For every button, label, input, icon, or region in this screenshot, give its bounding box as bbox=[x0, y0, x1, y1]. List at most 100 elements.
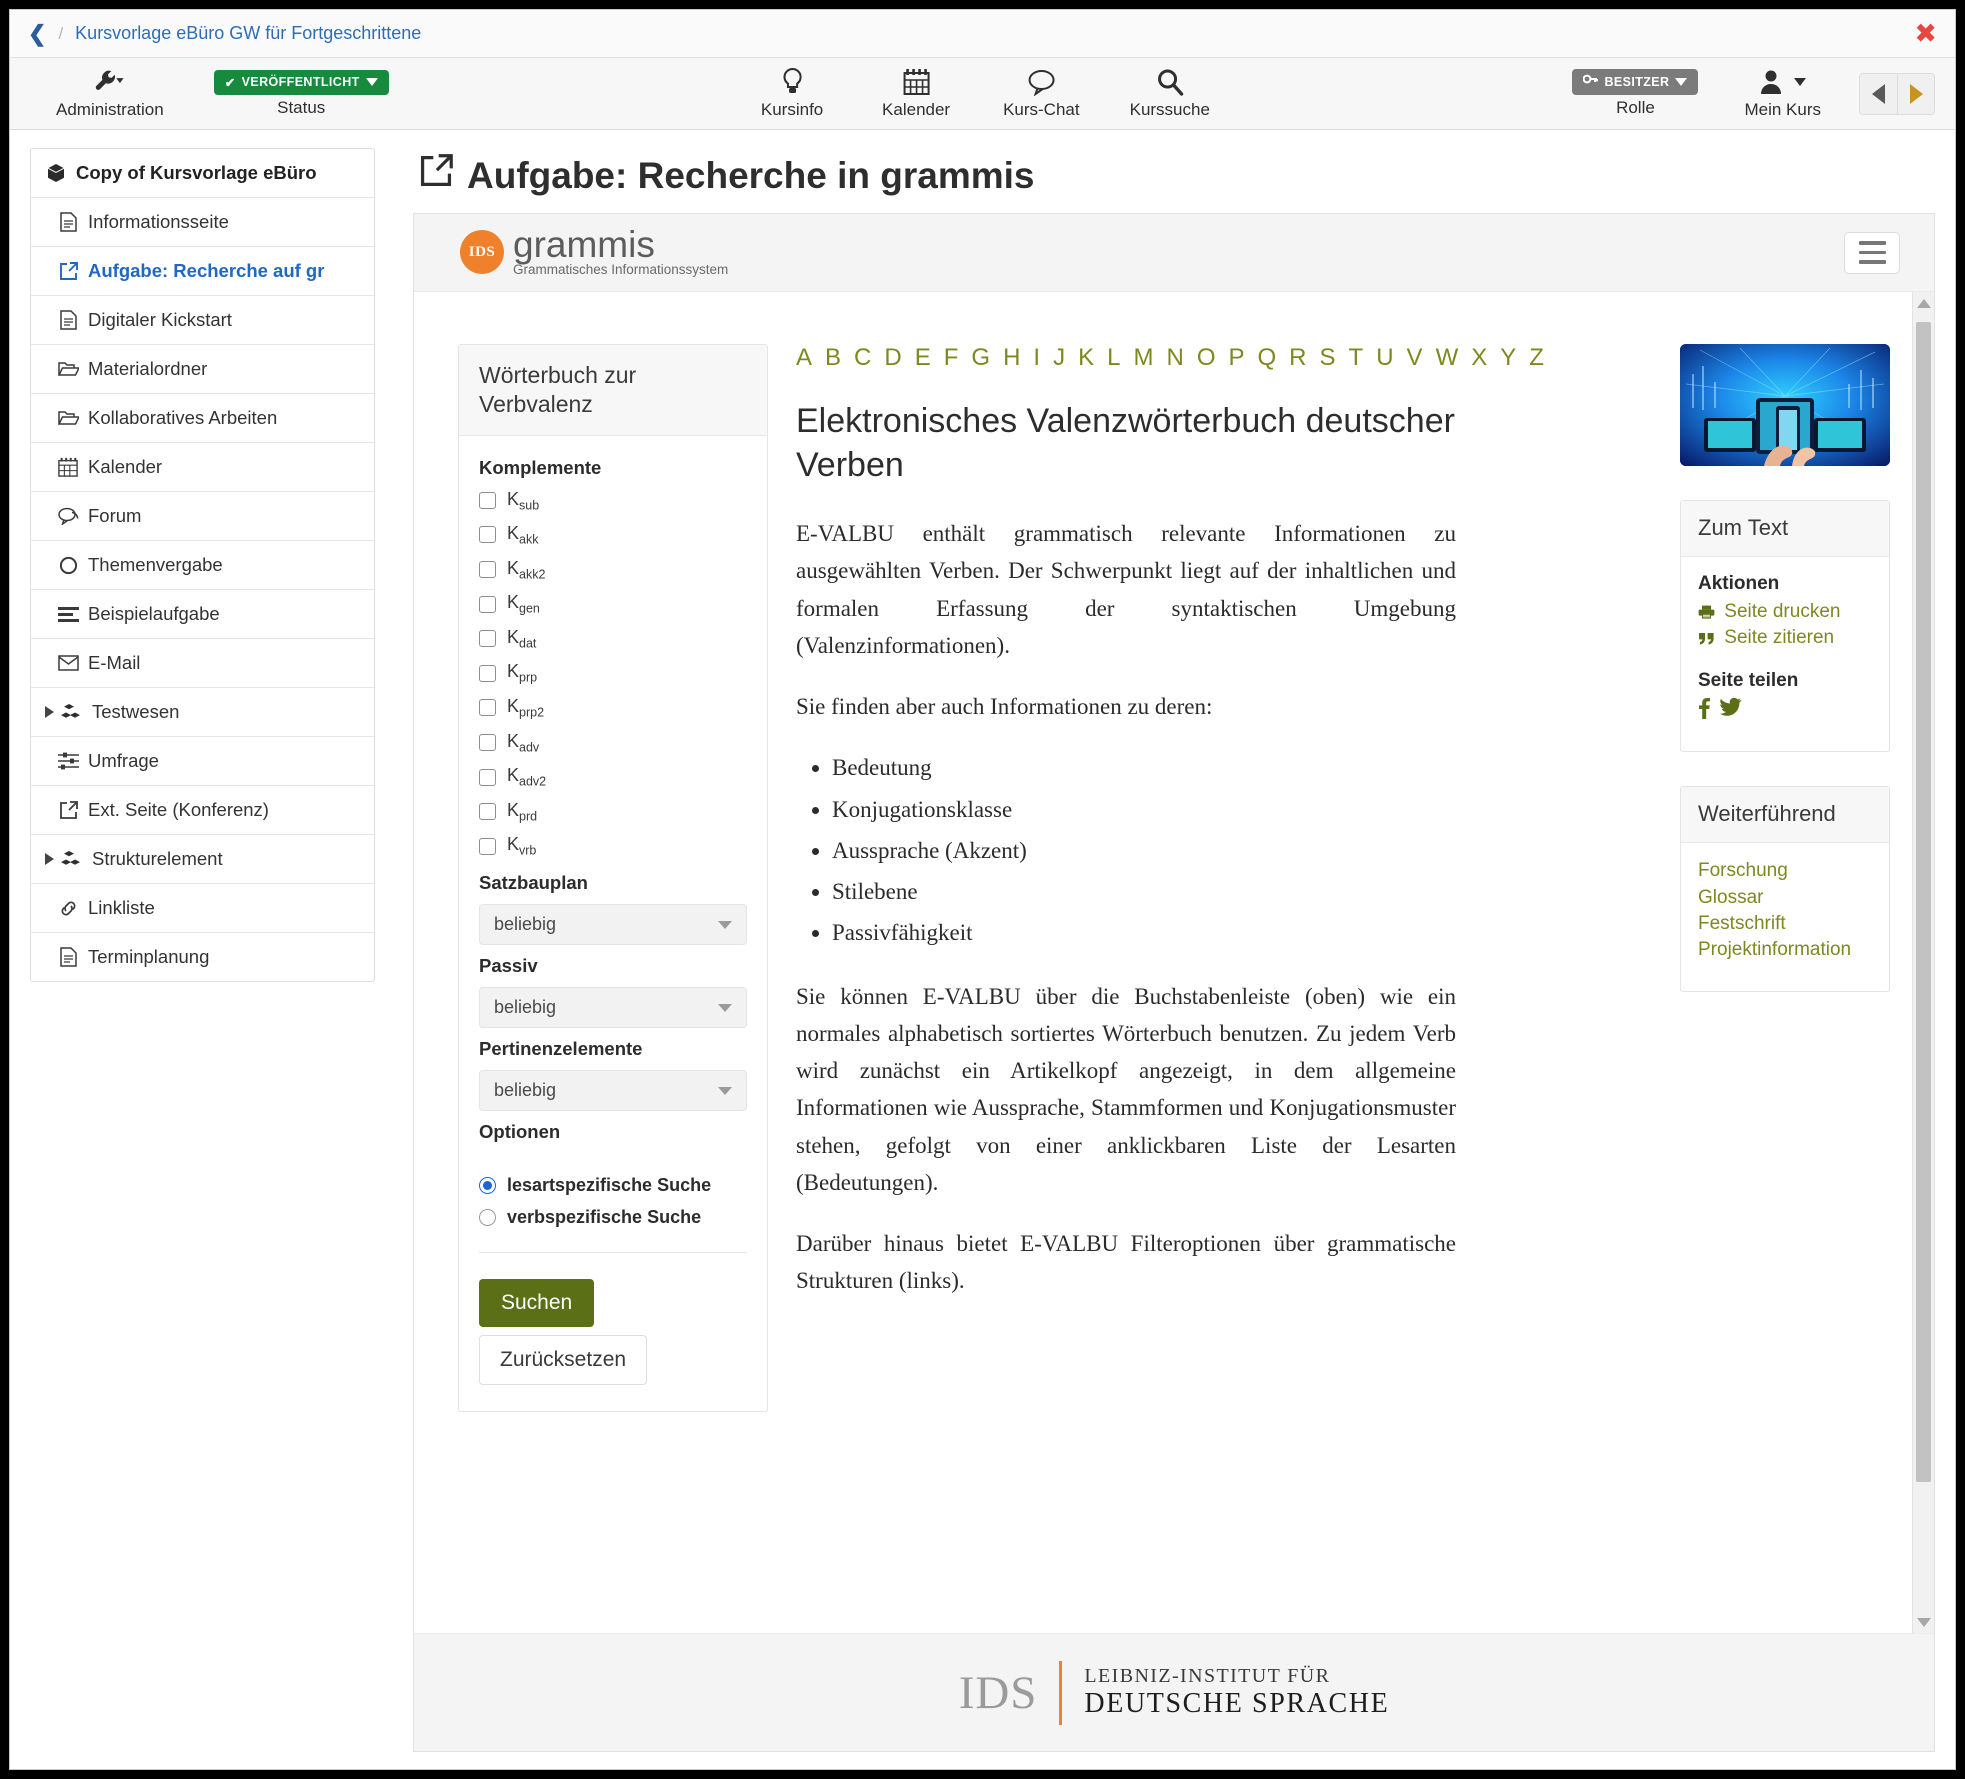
reset-button[interactable]: Zurücksetzen bbox=[479, 1335, 648, 1386]
toolbar-status[interactable]: ✔ VERÖFFENTLICHT Status bbox=[206, 69, 397, 118]
checkbox-row[interactable]: Kakk2 bbox=[479, 558, 747, 581]
toolbar-administration[interactable]: Administration bbox=[48, 67, 172, 120]
hamburger-icon[interactable] bbox=[1844, 231, 1900, 274]
sidebar-item-linkliste[interactable]: Linkliste bbox=[31, 884, 374, 933]
alpha-letter-g[interactable]: G bbox=[971, 344, 990, 372]
radio-row-lesartspezifisch[interactable]: lesartspezifische Suche bbox=[479, 1175, 747, 1196]
alpha-letter-e[interactable]: E bbox=[915, 344, 931, 372]
alpha-letter-p[interactable]: P bbox=[1228, 344, 1244, 372]
sidebar-item-beispielaufgabe[interactable]: Beispielaufgabe bbox=[31, 590, 374, 639]
sidebar-item-kollaboratives-arbeiten[interactable]: Kollaboratives Arbeiten bbox=[31, 394, 374, 443]
sidebar-item-materialordner[interactable]: Materialordner bbox=[31, 345, 374, 394]
back-chevron-icon[interactable]: ❮ bbox=[28, 22, 46, 45]
weiterfuehrend-link-glossar[interactable]: Glossar bbox=[1698, 886, 1872, 910]
satzbauplan-select[interactable]: beliebig bbox=[479, 904, 747, 946]
sidebar-item-forum[interactable]: Forum bbox=[31, 492, 374, 541]
status-badge[interactable]: ✔ VERÖFFENTLICHT bbox=[213, 69, 389, 95]
checkbox-row[interactable]: Ksub bbox=[479, 489, 747, 512]
toolbar-kurs-chat[interactable]: Kurs-Chat bbox=[995, 67, 1088, 120]
alpha-letter-z[interactable]: Z bbox=[1529, 344, 1544, 372]
alpha-letter-n[interactable]: N bbox=[1166, 344, 1183, 372]
checkbox-kvrb[interactable] bbox=[479, 837, 496, 855]
sidebar-item-informationsseite[interactable]: Informationsseite bbox=[31, 198, 374, 247]
alpha-letter-l[interactable]: L bbox=[1107, 344, 1120, 372]
toolbar-kursinfo[interactable]: Kursinfo bbox=[747, 67, 837, 120]
checkbox-kadv[interactable] bbox=[479, 733, 496, 751]
sidebar-item-themenvergabe[interactable]: Themenvergabe bbox=[31, 541, 374, 590]
checkbox-row[interactable]: Kvrb bbox=[479, 834, 747, 858]
radio-verbspezifische-suche[interactable] bbox=[479, 1209, 496, 1227]
sidebar-item-digitaler-kickstart[interactable]: Digitaler Kickstart bbox=[31, 296, 374, 345]
sidebar-course-header[interactable]: Copy of Kursvorlage eBüro bbox=[31, 149, 374, 198]
alpha-letter-h[interactable]: H bbox=[1003, 344, 1020, 372]
sidebar-item-ext-seite-konferenz[interactable]: Ext. Seite (Konferenz) bbox=[31, 786, 374, 835]
weiterfuehrend-link-projektinformation[interactable]: Projektinformation bbox=[1698, 938, 1872, 962]
breadcrumb-course-link[interactable]: Kursvorlage eBüro GW für Fortgeschritten… bbox=[75, 23, 421, 44]
facebook-icon[interactable] bbox=[1698, 697, 1710, 725]
checkbox-row[interactable]: Kadv bbox=[479, 731, 747, 754]
alpha-letter-y[interactable]: Y bbox=[1500, 344, 1516, 372]
alpha-letter-t[interactable]: T bbox=[1349, 344, 1364, 372]
checkbox-kakk2[interactable] bbox=[479, 560, 496, 578]
alpha-letter-d[interactable]: D bbox=[884, 344, 901, 372]
checkbox-row[interactable]: Kprd bbox=[479, 800, 747, 823]
alpha-letter-u[interactable]: U bbox=[1376, 344, 1393, 372]
alpha-letter-f[interactable]: F bbox=[944, 344, 959, 372]
scrollbar-thumb[interactable] bbox=[1916, 322, 1931, 1482]
alpha-letter-q[interactable]: Q bbox=[1258, 344, 1277, 372]
sidebar-item-e-mail[interactable]: E-Mail bbox=[31, 639, 374, 688]
sidebar-item-aufgabe-recherche[interactable]: Aufgabe: Recherche auf gr bbox=[31, 247, 374, 296]
checkbox-row[interactable]: Kdat bbox=[479, 627, 747, 650]
weiterfuehrend-link-festschrift[interactable]: Festschrift bbox=[1698, 912, 1872, 936]
sidebar-item-testwesen[interactable]: Testwesen bbox=[31, 688, 374, 737]
checkbox-kprp[interactable] bbox=[479, 664, 496, 682]
weiterfuehrend-link-forschung[interactable]: Forschung bbox=[1698, 859, 1872, 883]
checkbox-kgen[interactable] bbox=[479, 595, 496, 613]
checkbox-row[interactable]: Kakk bbox=[479, 523, 747, 547]
alpha-letter-m[interactable]: M bbox=[1133, 344, 1153, 372]
sidebar-item-umfrage[interactable]: Umfrage bbox=[31, 737, 374, 786]
alpha-letter-s[interactable]: S bbox=[1320, 344, 1336, 372]
sidebar-item-strukturelement[interactable]: Strukturelement bbox=[31, 835, 374, 884]
checkbox-ksub[interactable] bbox=[479, 491, 496, 509]
checkbox-kakk[interactable] bbox=[479, 526, 496, 544]
grammis-logo[interactable]: IDS grammis Grammatisches Informationssy… bbox=[460, 226, 728, 277]
seite-drucken-link[interactable]: Seite drucken bbox=[1698, 600, 1872, 624]
alpha-letter-o[interactable]: O bbox=[1197, 344, 1216, 372]
pertinenzelemente-select[interactable]: beliebig bbox=[479, 1070, 747, 1112]
checkbox-row[interactable]: Kprp2 bbox=[479, 696, 747, 720]
alpha-letter-w[interactable]: W bbox=[1436, 344, 1459, 372]
checkbox-kprd[interactable] bbox=[479, 803, 496, 821]
radio-row-verbspezifisch[interactable]: verbspezifische Suche bbox=[479, 1207, 747, 1228]
checkbox-kprp2[interactable] bbox=[479, 699, 496, 717]
close-icon[interactable]: ✖ bbox=[1914, 20, 1937, 47]
alpha-letter-j[interactable]: J bbox=[1053, 344, 1065, 372]
scroll-down-button[interactable] bbox=[1913, 1611, 1934, 1633]
nav-next-button[interactable] bbox=[1897, 73, 1934, 114]
sidebar-item-terminplanung[interactable]: Terminplanung bbox=[31, 933, 374, 981]
nav-prev-button[interactable] bbox=[1860, 73, 1897, 114]
passiv-select[interactable]: beliebig bbox=[479, 987, 747, 1029]
toolbar-mein-kurs[interactable]: Mein Kurs bbox=[1736, 67, 1829, 120]
alpha-letter-x[interactable]: X bbox=[1471, 344, 1487, 372]
alpha-letter-a[interactable]: A bbox=[796, 344, 812, 372]
horizontal-scrollbar[interactable] bbox=[413, 1752, 1935, 1769]
vertical-scrollbar[interactable] bbox=[1912, 292, 1934, 1633]
twisty-right-icon[interactable] bbox=[45, 853, 54, 865]
toolbar-rolle[interactable]: BESITZER Rolle bbox=[1564, 69, 1706, 118]
sidebar-item-kalender[interactable]: Kalender bbox=[31, 443, 374, 492]
toolbar-kurssuche[interactable]: Kurssuche bbox=[1122, 67, 1218, 120]
checkbox-row[interactable]: Kadv2 bbox=[479, 765, 747, 789]
checkbox-row[interactable]: Kprp bbox=[479, 661, 747, 685]
checkbox-row[interactable]: Kgen bbox=[479, 592, 747, 616]
radio-lesartspezifische-suche[interactable] bbox=[479, 1177, 496, 1195]
role-badge[interactable]: BESITZER bbox=[1572, 69, 1699, 95]
search-button[interactable]: Suchen bbox=[479, 1279, 595, 1328]
toolbar-kalender[interactable]: Kalender bbox=[871, 67, 961, 120]
alpha-letter-k[interactable]: K bbox=[1078, 344, 1094, 372]
alpha-letter-c[interactable]: C bbox=[854, 344, 871, 372]
alpha-letter-b[interactable]: B bbox=[825, 344, 841, 372]
scroll-up-button[interactable] bbox=[1913, 292, 1934, 314]
alpha-letter-v[interactable]: V bbox=[1407, 344, 1423, 372]
alpha-letter-r[interactable]: R bbox=[1289, 344, 1306, 372]
